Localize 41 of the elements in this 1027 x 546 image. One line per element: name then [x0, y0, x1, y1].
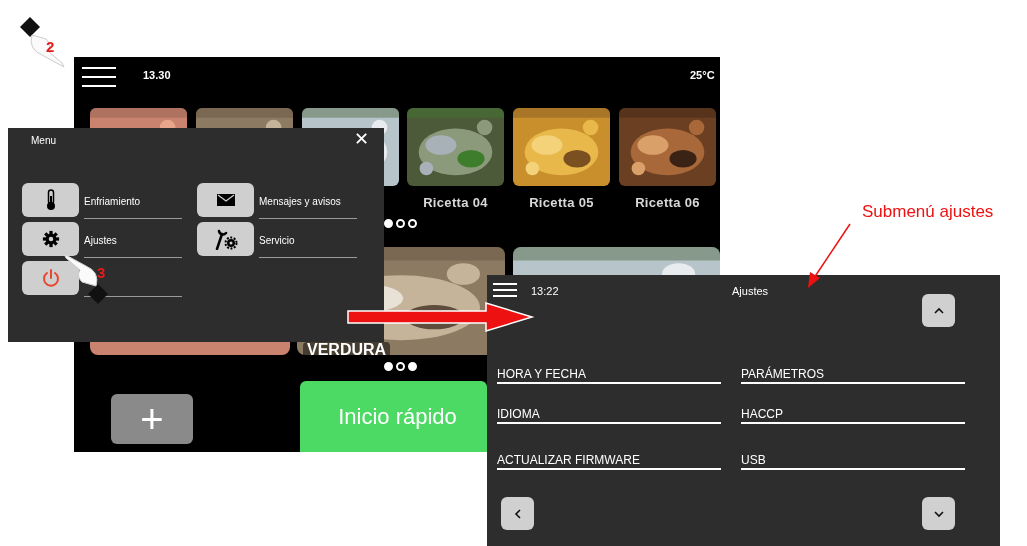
thermometer-button[interactable]: [22, 183, 79, 217]
temperature-text: 25°C: [690, 68, 715, 83]
pointing-hand-drawing: [63, 253, 108, 304]
clock-text: 13:22: [531, 284, 559, 299]
power-icon: [42, 269, 59, 287]
settings-item[interactable]: USB: [741, 448, 965, 470]
settings-item[interactable]: HACCP: [741, 402, 965, 424]
menu-icon[interactable]: [82, 67, 116, 87]
recipe-label[interactable]: Ricetta 06: [615, 193, 720, 213]
back-button[interactable]: [501, 497, 534, 530]
power-button[interactable]: [22, 261, 79, 295]
category-label[interactable]: VERDURA: [303, 342, 391, 358]
pointing-hand-drawing: [20, 17, 65, 68]
thermometer-icon: [46, 189, 55, 210]
scroll-up-button[interactable]: [922, 294, 955, 327]
screen-title: Ajustes: [732, 284, 769, 299]
wrench-and-gear-icon: [215, 229, 237, 250]
recipe-label[interactable]: Ricetta 04: [403, 193, 508, 213]
settings-item[interactable]: IDIOMA: [497, 402, 721, 424]
envelope-button[interactable]: [197, 183, 254, 217]
gear-icon: [42, 230, 59, 248]
recipe-label[interactable]: Ricetta 05: [509, 193, 614, 213]
menu-title: Menu: [31, 134, 56, 148]
leader-line: [808, 223, 851, 288]
menu-item-label[interactable]: Mensajes y avisos: [259, 193, 341, 209]
close-button[interactable]: ✕: [350, 128, 372, 150]
envelope-icon: [216, 194, 235, 206]
annotation-text: Submenú ajustes: [862, 201, 994, 223]
settings-item[interactable]: PARÁMETROS: [741, 362, 965, 384]
settings-item[interactable]: HORA Y FECHA: [497, 362, 721, 384]
scroll-down-button[interactable]: [922, 497, 955, 530]
step-number: 3: [97, 263, 106, 283]
menu-icon[interactable]: [493, 283, 517, 297]
clock-text: 13.30: [143, 68, 171, 83]
step-number: 2: [46, 37, 55, 57]
gear-button[interactable]: [22, 222, 79, 256]
settings-item[interactable]: ACTUALIZAR FIRMWARE: [497, 448, 721, 470]
menu-item-label[interactable]: Enfriamiento: [84, 193, 141, 209]
menu-item-label[interactable]: Ajustes: [84, 232, 117, 248]
menu-item-label[interactable]: Servicio: [259, 232, 295, 248]
wrench-and-gear-button[interactable]: [197, 222, 254, 256]
